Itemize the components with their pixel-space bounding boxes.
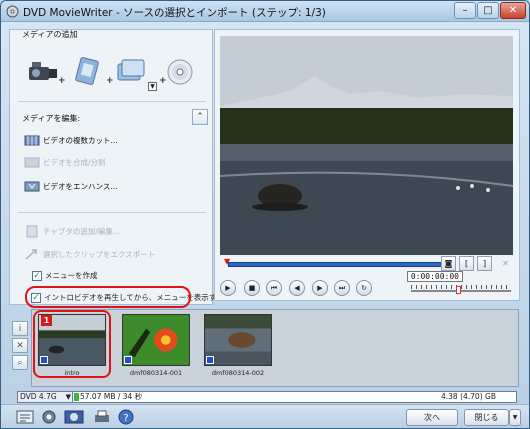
tray-tools: i ✕ ⌕	[12, 321, 30, 372]
chevron-down-icon: ▼	[65, 393, 71, 401]
merge-split-icon	[24, 157, 40, 168]
mark-in-icon[interactable]: [	[459, 256, 474, 271]
media-panel: メディアの追加 + + ▼ + メディアを編集: ⌃ ビデオの複数カット... …	[9, 29, 213, 305]
capacity-total: 4.38 (4.70) GB	[441, 392, 496, 401]
volume-scale	[411, 285, 511, 289]
export-clip-icon	[25, 249, 37, 260]
close-window-button[interactable]: ✕	[500, 2, 526, 19]
title-bar: DVD MovieWriter - ソースの選択とインポート (ステップ: 1/…	[1, 1, 529, 22]
chapter-label: チャプタの追加/編集...	[43, 227, 121, 236]
enhance-item[interactable]: ビデオをエンハンス...	[24, 178, 118, 195]
info-icon[interactable]: i	[12, 321, 28, 336]
clip-type-badge-icon	[206, 356, 214, 364]
bottom-toolbar: ? 次へ 閉じる ▼	[1, 404, 529, 428]
clip-type-badge-icon	[124, 356, 132, 364]
project-settings-icon[interactable]	[15, 408, 35, 426]
app-window: DVD MovieWriter - ソースの選択とインポート (ステップ: 1/…	[0, 0, 530, 429]
disc-type-value: DVD 4.7G	[20, 392, 57, 401]
gear-icon[interactable]	[39, 408, 59, 426]
prev-frame-icon[interactable]: ◀	[289, 280, 305, 296]
enhance-label: ビデオをエンハンス...	[43, 182, 118, 191]
capacity-bar: DVD 4.7G ▼ 57.07 MB / 34 秒 4.38 (4.70) G…	[17, 391, 517, 403]
close-button[interactable]: 閉じる	[464, 409, 509, 426]
capacity-used: 57.07 MB / 34 秒	[80, 392, 143, 401]
collapse-chevron-icon[interactable]: ⌃	[192, 109, 208, 125]
video-preview[interactable]	[220, 36, 513, 255]
restore-button[interactable]: □	[477, 2, 499, 19]
zoom-icon[interactable]: ⌕	[12, 355, 28, 370]
create-menu-label: メニューを作成	[45, 271, 98, 280]
disc-settings-icon[interactable]	[64, 408, 84, 426]
export-clip-item[interactable]: 選択したクリップをエクスポート	[24, 246, 155, 263]
highlight-annotation	[25, 286, 191, 308]
plus-icon: +	[106, 76, 114, 86]
volume-slider[interactable]	[411, 290, 511, 292]
import-disc-icon[interactable]	[166, 58, 194, 86]
close-dropdown-arrow-icon[interactable]: ▼	[509, 409, 521, 426]
delete-icon[interactable]: ✕	[12, 338, 28, 353]
minimize-button[interactable]: –	[454, 2, 476, 19]
go-start-icon[interactable]: ⏮	[266, 280, 282, 296]
stop-icon[interactable]: ■	[244, 280, 260, 296]
create-menu-checkbox[interactable]: ✓	[32, 270, 42, 281]
divider	[18, 101, 206, 102]
snapshot-camera-icon[interactable]: ◙	[441, 256, 456, 271]
export-clip-label: 選択したクリップをエクスポート	[43, 250, 156, 259]
add-media-label: メディアの追加	[22, 30, 78, 39]
clip-thumbnail[interactable]: dmf080314-001	[122, 314, 190, 378]
print-icon[interactable]	[92, 408, 112, 426]
capture-camcorder-icon[interactable]	[26, 58, 60, 86]
chapter-icon	[26, 225, 38, 238]
next-frame-icon[interactable]: ▶	[312, 280, 328, 296]
enhance-icon	[24, 181, 40, 192]
edit-media-label: メディアを編集:	[22, 114, 81, 123]
repeat-icon[interactable]: ↻	[356, 280, 372, 296]
clip-caption: dmf080314-002	[211, 369, 265, 377]
multi-cut-item[interactable]: ビデオの複数カット...	[24, 132, 118, 149]
mark-out-icon[interactable]: ]	[477, 256, 492, 271]
divider	[18, 212, 206, 213]
svg-text:?: ?	[123, 413, 128, 424]
clip-image	[204, 314, 272, 366]
play-icon[interactable]: ▶	[220, 280, 236, 296]
plus-icon: +	[58, 76, 66, 86]
disc-type-select[interactable]: DVD 4.7G ▼	[18, 392, 73, 402]
clip-thumbnail[interactable]: dmf080314-002	[204, 314, 272, 378]
clip-image	[122, 314, 190, 366]
import-slideshow-icon[interactable]	[114, 56, 148, 86]
clip-caption: dmf080314-001	[129, 369, 183, 377]
cancel-trim-icon[interactable]: ✕	[498, 256, 513, 271]
import-video-icon[interactable]	[70, 56, 104, 86]
merge-split-item[interactable]: ビデオを合成/分割	[24, 154, 106, 171]
timeline-scrubber[interactable]	[228, 262, 448, 267]
volume-knob[interactable]	[456, 286, 461, 294]
multi-cut-label: ビデオの複数カット...	[43, 136, 118, 145]
help-icon[interactable]: ?	[116, 408, 136, 426]
window-title: DVD MovieWriter - ソースの選択とインポート (ステップ: 1/…	[23, 7, 326, 19]
capacity-fill	[74, 393, 79, 401]
highlight-annotation	[33, 310, 111, 378]
preview-panel: ▼ ▲ ◙ [ ] ✕ 0:00:00:00 ▶ ■ ⏮ ◀ ▶ ⏭ ↻	[214, 29, 520, 301]
dropdown-arrow-icon[interactable]: ▼	[148, 82, 157, 91]
timecode-display[interactable]: 0:00:00:00	[407, 271, 463, 282]
multi-cut-icon	[24, 135, 40, 146]
go-end-icon[interactable]: ⏭	[334, 280, 350, 296]
merge-split-label: ビデオを合成/分割	[43, 158, 106, 167]
create-menu-checkbox-row[interactable]: ✓ メニューを作成	[32, 269, 98, 282]
chapter-item[interactable]: チャプタの追加/編集...	[24, 223, 120, 240]
app-logo-icon	[6, 5, 19, 18]
next-button[interactable]: 次へ	[406, 409, 458, 426]
